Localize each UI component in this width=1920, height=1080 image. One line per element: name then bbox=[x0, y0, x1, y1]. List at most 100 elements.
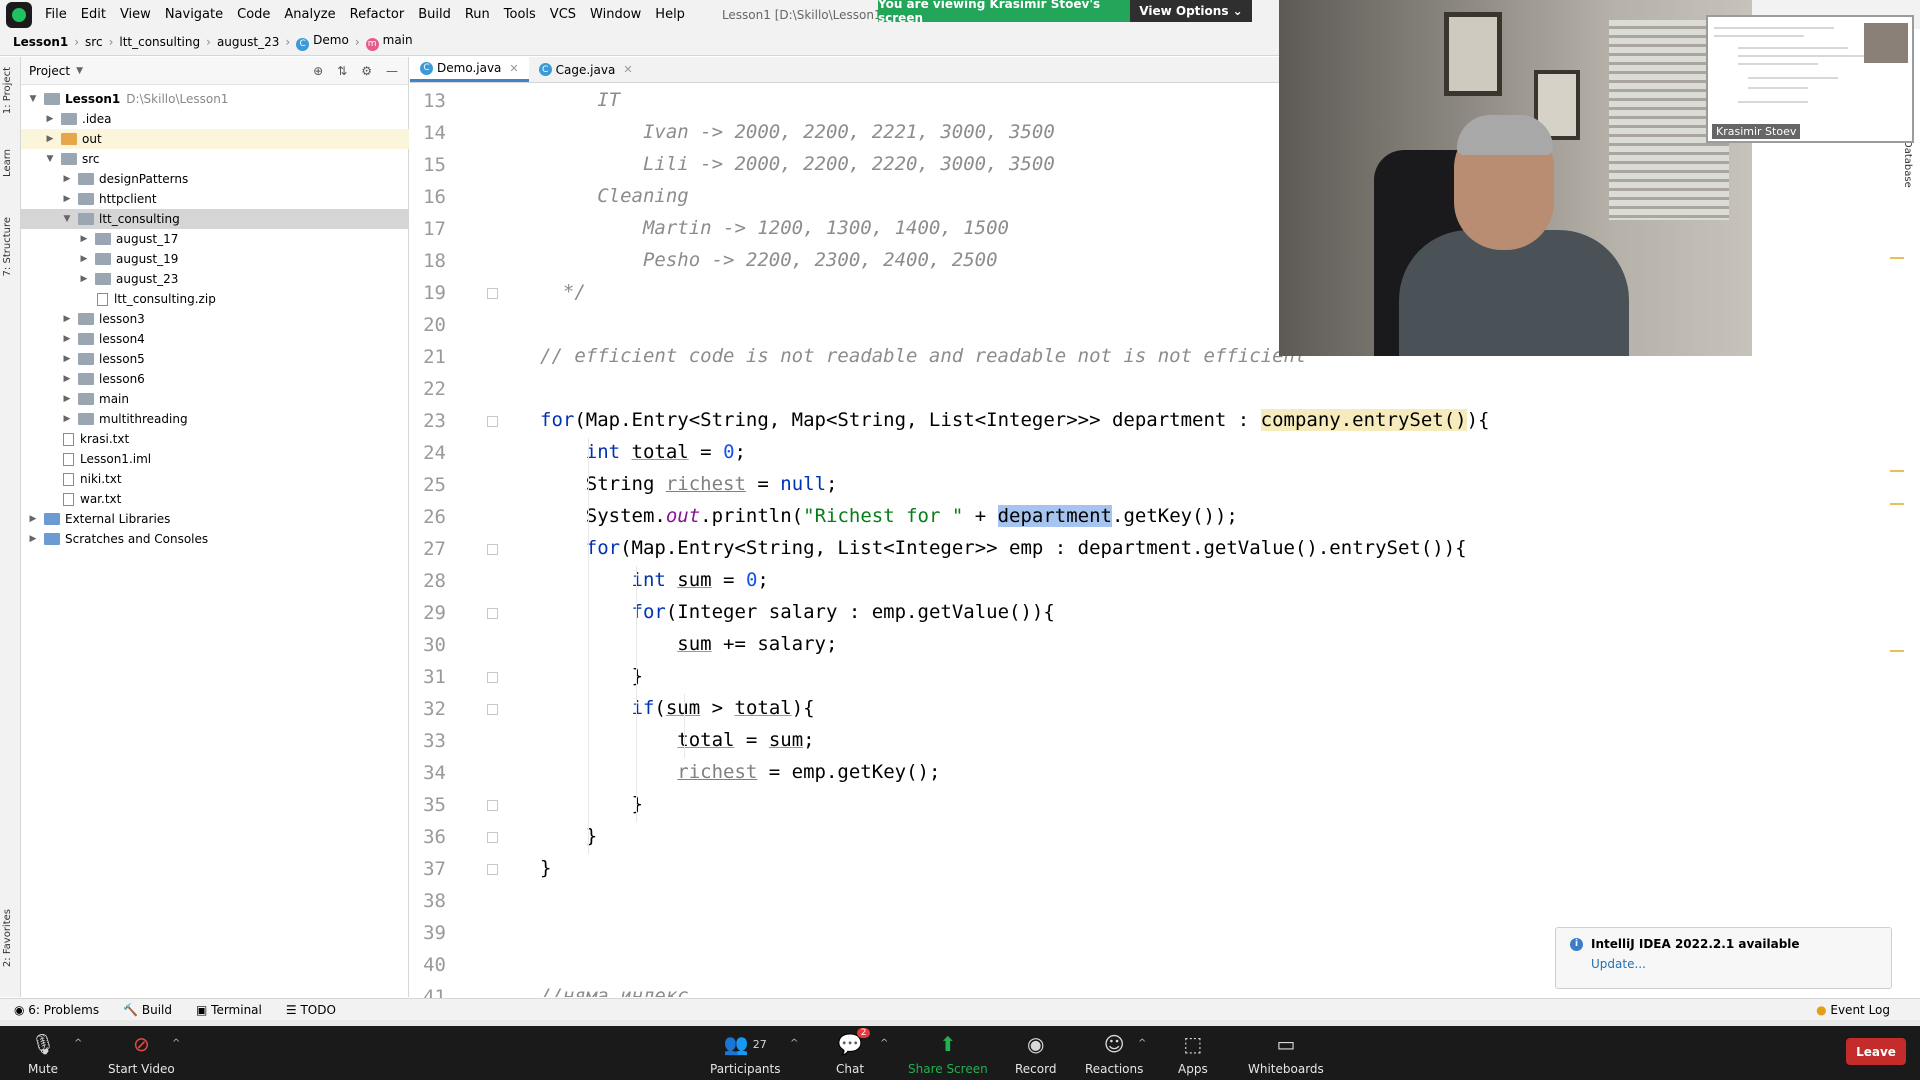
tree-item[interactable]: ▶ august_19 bbox=[21, 249, 409, 269]
tab-demo-java[interactable]: C Demo.java ✕ bbox=[410, 57, 529, 82]
intellij-app-icon[interactable] bbox=[6, 1, 32, 28]
tree-item[interactable]: Lesson1.iml bbox=[21, 449, 409, 469]
tree-item[interactable]: ▶ Scratches and Consoles bbox=[21, 529, 409, 549]
build-tool-button[interactable]: 🔨 Build bbox=[123, 1003, 172, 1017]
chevron-right-icon[interactable]: ▶ bbox=[78, 254, 90, 264]
database-tool-tab[interactable]: Database bbox=[1902, 140, 1913, 188]
tree-item[interactable]: ▶ august_17 bbox=[21, 229, 409, 249]
collapse-all-icon[interactable]: ⇅ bbox=[337, 64, 347, 78]
fold-icon[interactable] bbox=[487, 704, 498, 715]
error-stripe-mark[interactable] bbox=[1890, 503, 1904, 505]
event-log-button[interactable]: ● Event Log bbox=[1816, 1003, 1890, 1017]
project-tool-tab[interactable]: 1: Project bbox=[2, 67, 13, 114]
project-view-selector[interactable]: Project bbox=[29, 64, 70, 78]
fold-icon[interactable] bbox=[487, 544, 498, 555]
tree-item[interactable]: ▼ ltt_consulting bbox=[21, 209, 409, 229]
chevron-up-icon[interactable]: ^ bbox=[1138, 1038, 1146, 1049]
terminal-tool-button[interactable]: ▣ Terminal bbox=[196, 1003, 262, 1017]
menu-tools[interactable]: Tools bbox=[497, 0, 543, 29]
chevron-up-icon[interactable]: ^ bbox=[172, 1038, 180, 1049]
error-stripe-mark[interactable] bbox=[1890, 257, 1904, 259]
apps-button[interactable]: ⬚ Apps bbox=[1178, 1030, 1208, 1076]
tree-item[interactable]: ▶ multithreading bbox=[21, 409, 409, 429]
chevron-down-icon[interactable]: ▼ bbox=[61, 214, 73, 224]
menu-view[interactable]: View bbox=[113, 0, 158, 29]
participants-button[interactable]: 👥 27 Participants bbox=[710, 1030, 781, 1076]
tree-item[interactable]: ▶ .idea bbox=[21, 109, 409, 129]
close-icon[interactable]: ✕ bbox=[509, 62, 518, 75]
minimize-icon[interactable]: — bbox=[386, 64, 398, 78]
chevron-right-icon[interactable]: ▶ bbox=[61, 314, 73, 324]
tree-item[interactable]: ▶ lesson6 bbox=[21, 369, 409, 389]
chevron-right-icon[interactable]: ▶ bbox=[44, 114, 56, 124]
menu-window[interactable]: Window bbox=[583, 0, 648, 29]
learn-tool-tab[interactable]: Learn bbox=[2, 149, 13, 177]
record-button[interactable]: ◉ Record bbox=[1015, 1030, 1056, 1076]
problems-tool-button[interactable]: ◉ 6: Problems bbox=[14, 1003, 99, 1017]
share-screen-button[interactable]: ⬆ Share Screen bbox=[908, 1030, 988, 1076]
chevron-up-icon[interactable]: ^ bbox=[790, 1038, 798, 1049]
start-video-button[interactable]: ⊘ Start Video bbox=[108, 1030, 175, 1076]
chevron-right-icon[interactable]: ▶ bbox=[61, 374, 73, 384]
chevron-down-icon[interactable]: ▼ bbox=[44, 154, 56, 164]
breadcrumb-item[interactable]: m main bbox=[363, 33, 416, 51]
chevron-right-icon[interactable]: ▶ bbox=[61, 414, 73, 424]
tab-cage-java[interactable]: C Cage.java ✕ bbox=[529, 57, 643, 82]
chevron-right-icon[interactable]: ▶ bbox=[61, 174, 73, 184]
error-stripe-mark[interactable] bbox=[1890, 650, 1904, 652]
chevron-right-icon[interactable]: ▶ bbox=[61, 194, 73, 204]
mute-button[interactable]: 🎙 Mute bbox=[28, 1030, 58, 1076]
tree-item[interactable]: ▶ httpclient bbox=[21, 189, 409, 209]
breadcrumb-item[interactable]: august_23 bbox=[214, 35, 282, 49]
chevron-up-icon[interactable]: ^ bbox=[74, 1038, 82, 1049]
tree-item[interactable]: ▶ august_23 bbox=[21, 269, 409, 289]
close-icon[interactable]: ✕ bbox=[623, 63, 632, 76]
menu-analyze[interactable]: Analyze bbox=[277, 0, 342, 29]
menu-vcs[interactable]: VCS bbox=[543, 0, 583, 29]
todo-tool-button[interactable]: ☰ TODO bbox=[286, 1003, 336, 1017]
chevron-right-icon[interactable]: ▶ bbox=[61, 394, 73, 404]
error-stripe-mark[interactable] bbox=[1890, 470, 1904, 472]
fold-icon[interactable] bbox=[487, 672, 498, 683]
tree-item[interactable]: ▼ src bbox=[21, 149, 409, 169]
gear-icon[interactable]: ⚙ bbox=[361, 64, 372, 78]
menu-refactor[interactable]: Refactor bbox=[343, 0, 412, 29]
breadcrumb-item[interactable]: ltt_consulting bbox=[116, 35, 203, 49]
tree-item[interactable]: niki.txt bbox=[21, 469, 409, 489]
breadcrumb-item[interactable]: C Demo bbox=[293, 33, 352, 51]
view-options-button[interactable]: View Options ⌄ bbox=[1130, 0, 1252, 22]
tree-item[interactable]: ▼ Lesson1 D:\Skillo\Lesson1 bbox=[21, 89, 409, 109]
breadcrumb-item[interactable]: src bbox=[82, 35, 106, 49]
tree-item[interactable]: ▶ External Libraries bbox=[21, 509, 409, 529]
breadcrumb-item[interactable]: Lesson1 bbox=[10, 35, 71, 49]
tree-item[interactable]: war.txt bbox=[21, 489, 409, 509]
fold-icon[interactable] bbox=[487, 608, 498, 619]
fold-icon[interactable] bbox=[487, 864, 498, 875]
favorites-tool-tab[interactable]: 2: Favorites bbox=[2, 909, 13, 967]
reactions-button[interactable]: ☺ Reactions bbox=[1085, 1030, 1143, 1076]
menu-file[interactable]: File bbox=[38, 0, 74, 29]
chevron-down-icon[interactable]: ▼ bbox=[27, 94, 39, 104]
tree-item[interactable]: ▶ out bbox=[21, 129, 409, 149]
chevron-right-icon[interactable]: ▶ bbox=[61, 334, 73, 344]
speaker-thumbnail[interactable]: Krasimir Stoev bbox=[1706, 15, 1914, 143]
chevron-right-icon[interactable]: ▶ bbox=[78, 274, 90, 284]
chevron-right-icon[interactable]: ▶ bbox=[27, 514, 39, 524]
menu-edit[interactable]: Edit bbox=[74, 0, 113, 29]
chat-button[interactable]: 💬 2 Chat bbox=[836, 1028, 871, 1076]
leave-button[interactable]: Leave bbox=[1846, 1038, 1906, 1065]
fold-icon[interactable] bbox=[487, 800, 498, 811]
fold-icon[interactable] bbox=[487, 416, 498, 427]
tree-item[interactable]: ltt_consulting.zip bbox=[21, 289, 409, 309]
chevron-down-icon[interactable]: ▼ bbox=[76, 66, 83, 76]
fold-icon[interactable] bbox=[487, 832, 498, 843]
locate-icon[interactable]: ⊕ bbox=[313, 64, 323, 78]
chevron-right-icon[interactable]: ▶ bbox=[78, 234, 90, 244]
chevron-right-icon[interactable]: ▶ bbox=[44, 134, 56, 144]
menu-run[interactable]: Run bbox=[458, 0, 497, 29]
menu-help[interactable]: Help bbox=[648, 0, 692, 29]
tree-item[interactable]: ▶ lesson3 bbox=[21, 309, 409, 329]
chevron-up-icon[interactable]: ^ bbox=[880, 1038, 888, 1049]
tree-item[interactable]: ▶ designPatterns bbox=[21, 169, 409, 189]
structure-tool-tab[interactable]: 7: Structure bbox=[2, 217, 13, 276]
